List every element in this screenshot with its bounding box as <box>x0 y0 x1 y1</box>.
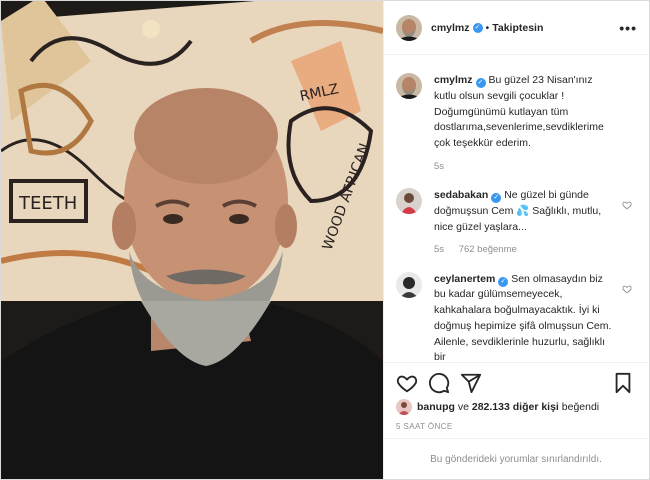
author-avatar[interactable] <box>396 14 422 41</box>
instagram-post: TEETH RMLZ WOOD AFRICAN cmylmz ✓ • Takip… <box>0 0 650 480</box>
comments-list[interactable]: cmylmz ✓ Bu güzel 23 Nisan'ınız kutlu ols… <box>384 55 648 362</box>
liker-avatar-image <box>396 399 412 415</box>
likes-summary: banupg ve 282.133 diğer kişi beğendi <box>396 399 599 415</box>
post-actions <box>384 362 648 402</box>
commenter-avatar-image <box>396 188 422 214</box>
like-heart-icon[interactable] <box>396 372 418 394</box>
author-avatar-image <box>396 14 422 41</box>
follow-separator: • <box>485 21 490 34</box>
post-photo[interactable]: TEETH RMLZ WOOD AFRICAN <box>1 1 383 479</box>
verified-icon: ✓ <box>472 22 483 33</box>
save-bookmark-icon[interactable] <box>612 372 634 394</box>
comment-body: sedabakan ✓ Ne güzel bi günde doğmuşsun C… <box>434 188 616 258</box>
author-username[interactable]: cmylmz <box>431 22 470 34</box>
commenter-avatar[interactable] <box>396 188 422 214</box>
commenter-avatar[interactable] <box>396 271 422 298</box>
caption-username[interactable]: cmylmz <box>434 74 473 86</box>
comment-username[interactable]: sedabakan <box>434 189 488 201</box>
comment-time[interactable]: 5s <box>434 244 444 255</box>
heart-icon[interactable] <box>622 200 632 210</box>
likes-others-count[interactable]: 282.133 diğer kişi <box>472 401 559 413</box>
comment: sedabakan ✓ Ne güzel bi günde doğmuşsun C… <box>396 188 636 258</box>
post-header: cmylmz ✓ • Takiptesin ••• <box>384 1 649 55</box>
selfie-with-painting-image: TEETH RMLZ WOOD AFRICAN <box>1 1 383 479</box>
following-status-button[interactable]: Takiptesin <box>492 22 543 34</box>
post-timestamp[interactable]: 5 SAAT ÖNCE <box>396 422 453 431</box>
verified-icon: ✓ <box>498 276 509 287</box>
share-direct-icon[interactable] <box>460 372 482 394</box>
comment-meta: 5s 762 beğenme <box>434 243 616 257</box>
caption-avatar-image <box>396 73 422 99</box>
likes-connector: ve <box>457 401 469 413</box>
comment-bubble-icon[interactable] <box>428 372 450 394</box>
heart-icon[interactable] <box>622 284 632 294</box>
comment-text: Sen olmasaydın biz bu kadar gülümsemeyec… <box>434 272 612 363</box>
caption-body: cmylmz ✓ Bu güzel 23 Nisan'ınız kutlu ols… <box>434 73 616 174</box>
verified-icon: ✓ <box>491 193 502 203</box>
svg-text:TEETH: TEETH <box>18 193 77 214</box>
commenter-avatar-image <box>396 271 422 298</box>
verified-icon: ✓ <box>475 78 486 88</box>
likes-suffix: beğendi <box>561 401 600 413</box>
more-options-icon[interactable]: ••• <box>619 20 637 36</box>
caption-time[interactable]: 5s <box>434 161 444 172</box>
comment-body: ceylanertem ✓ Sen olmasaydın biz bu kadar… <box>434 272 616 363</box>
liker-username[interactable]: banupg <box>417 401 455 413</box>
comment: ceylanertem ✓ Sen olmasaydın biz bu kadar… <box>396 271 636 363</box>
comment-username[interactable]: ceylanertem <box>434 273 495 285</box>
caption-meta: 5s <box>434 160 616 174</box>
liker-avatar[interactable] <box>396 399 412 415</box>
comments-limited-notice: Bu gönderideki yorumlar sınırlandırıldı. <box>384 438 648 479</box>
caption-avatar[interactable] <box>396 73 422 99</box>
comment-likes[interactable]: 762 beğenme <box>459 244 517 255</box>
post-side-panel: cmylmz ✓ • Takiptesin ••• cmylmz ✓ Bu gü… <box>383 1 649 479</box>
caption: cmylmz ✓ Bu güzel 23 Nisan'ınız kutlu ols… <box>396 73 636 174</box>
